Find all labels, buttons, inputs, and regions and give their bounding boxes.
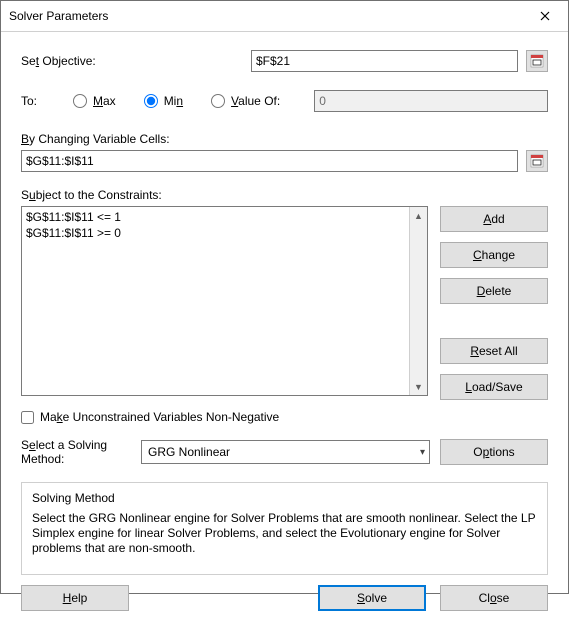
constraints-label: Subject to the Constraints: bbox=[21, 188, 548, 202]
changing-cells-label: By Changing Variable Cells: bbox=[21, 132, 548, 146]
radio-max-input[interactable] bbox=[73, 94, 87, 108]
objective-range-picker-button[interactable] bbox=[526, 50, 548, 72]
solve-button[interactable]: Solve bbox=[318, 585, 426, 611]
value-of-input bbox=[314, 90, 548, 112]
close-icon[interactable] bbox=[522, 1, 568, 31]
set-objective-input[interactable] bbox=[251, 50, 518, 72]
scroll-down-icon[interactable]: ▼ bbox=[410, 378, 427, 395]
chevron-down-icon: ▾ bbox=[420, 447, 425, 458]
close-button[interactable]: Close bbox=[440, 585, 548, 611]
solver-parameters-dialog: Solver Parameters Set Objective: bbox=[0, 0, 569, 594]
radio-max[interactable]: Max bbox=[73, 94, 116, 108]
solving-method-select[interactable]: GRG Nonlinear ▾ bbox=[141, 440, 430, 464]
options-button[interactable]: Options bbox=[440, 439, 548, 465]
add-button[interactable]: Add bbox=[440, 206, 548, 232]
change-button[interactable]: Change bbox=[440, 242, 548, 268]
select-method-label: Select a Solving Method: bbox=[21, 438, 131, 466]
to-label: To: bbox=[21, 94, 69, 108]
constraints-listbox[interactable]: $G$11:$I$11 <= 1 $G$11:$I$11 >= 0 ▲ ▼ bbox=[21, 206, 428, 396]
changing-cells-range-picker-button[interactable] bbox=[526, 150, 548, 172]
window-title: Solver Parameters bbox=[9, 9, 108, 23]
scroll-up-icon[interactable]: ▲ bbox=[410, 207, 427, 224]
unconstrained-nonnegative-input[interactable] bbox=[21, 411, 34, 424]
info-text: Select the GRG Nonlinear engine for Solv… bbox=[32, 511, 537, 556]
radio-value-of[interactable]: Value Of: bbox=[211, 94, 280, 108]
constraints-content: $G$11:$I$11 <= 1 $G$11:$I$11 >= 0 bbox=[22, 207, 409, 395]
titlebar: Solver Parameters bbox=[1, 1, 568, 32]
load-save-button[interactable]: Load/Save bbox=[440, 374, 548, 400]
objective-direction-group: Max Min Value Of: bbox=[73, 94, 280, 108]
unconstrained-nonnegative-checkbox[interactable]: Make Unconstrained Variables Non-Negativ… bbox=[21, 410, 548, 424]
radio-min-input[interactable] bbox=[144, 94, 158, 108]
reset-all-button[interactable]: Reset All bbox=[440, 338, 548, 364]
solving-method-info: Solving Method Select the GRG Nonlinear … bbox=[21, 482, 548, 575]
solving-method-value: GRG Nonlinear bbox=[148, 445, 230, 459]
changing-cells-input[interactable] bbox=[21, 150, 518, 172]
radio-value-of-input[interactable] bbox=[211, 94, 225, 108]
constraints-scrollbar[interactable]: ▲ ▼ bbox=[409, 207, 427, 395]
help-button[interactable]: Help bbox=[21, 585, 129, 611]
info-title: Solving Method bbox=[32, 491, 537, 505]
delete-button[interactable]: Delete bbox=[440, 278, 548, 304]
set-objective-label: Set Objective: bbox=[21, 54, 251, 68]
radio-min[interactable]: Min bbox=[144, 94, 183, 108]
dialog-body: Set Objective: To: Max bbox=[1, 32, 568, 623]
